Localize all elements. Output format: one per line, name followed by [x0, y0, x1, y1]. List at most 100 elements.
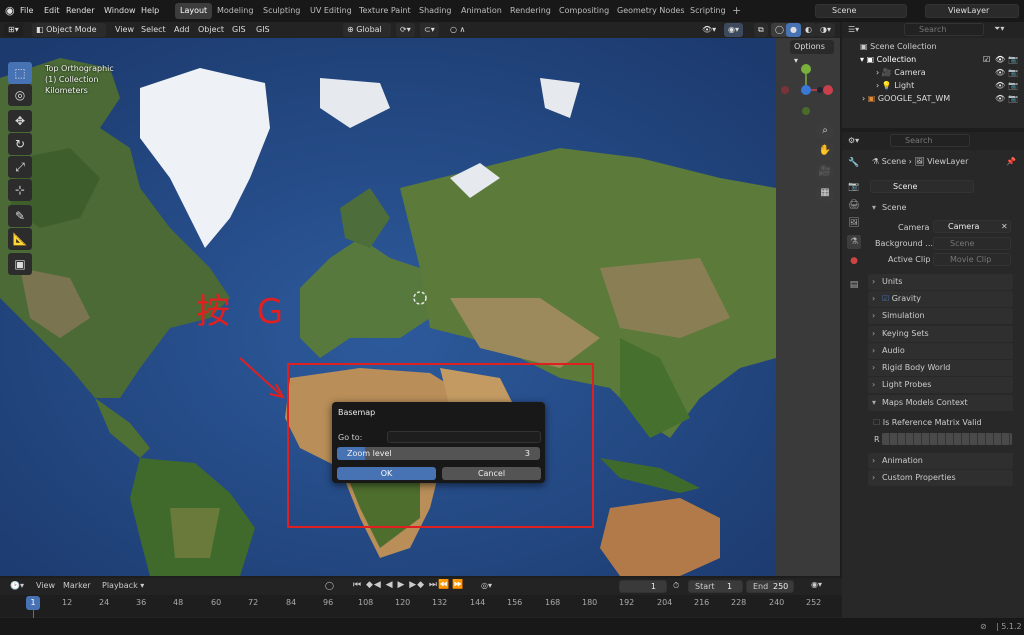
solid-shading-icon[interactable]: ● [786, 23, 801, 37]
camera-prop-field[interactable]: Camera ✕ [933, 220, 1011, 233]
panel-simulation[interactable]: › Simulation [868, 308, 1013, 324]
material-shading-icon[interactable]: ◐ [801, 23, 816, 37]
gravity-checkbox[interactable]: ☑ [882, 294, 889, 303]
tab-compositing[interactable]: Compositing [554, 3, 614, 19]
menu-gis-1[interactable]: GIS [228, 23, 250, 37]
sync-icon[interactable]: ◎▾ [481, 581, 492, 590]
tab-texture-paint[interactable]: Texture Paint [354, 3, 416, 19]
tab-layout[interactable]: Layout [175, 3, 213, 19]
outliner-type-icon[interactable]: ☰▾ [848, 25, 859, 34]
menu-edit[interactable]: Edit [44, 6, 60, 15]
camera-row[interactable]: › 🎥 Camera 👁 📷 [876, 68, 1020, 77]
outliner-search-input[interactable]: Search [904, 23, 984, 36]
start-frame-field[interactable]: Start 1 [688, 580, 743, 593]
menu-object[interactable]: Object [194, 23, 228, 37]
menu-help[interactable]: Help [141, 6, 159, 15]
tab-scripting[interactable]: Scripting [685, 3, 731, 19]
panel-maps-models[interactable]: ▾ Maps Models Context [868, 395, 1013, 411]
snap-icon[interactable]: ⊂▾ [420, 23, 439, 37]
transform-tool-icon[interactable]: ⊹ [8, 179, 32, 201]
scene-datablock-field[interactable]: Scene [870, 180, 974, 193]
is-ref-checkbox[interactable]: ☐ [873, 418, 880, 427]
properties-search-input[interactable]: Search [890, 134, 970, 147]
rotate-tool-icon[interactable]: ↻ [8, 133, 32, 155]
proportional-edit-icon[interactable]: ○ ∧ [446, 23, 469, 37]
map-render-icon[interactable]: 📷 [1008, 94, 1018, 103]
collection-checkbox[interactable]: ☑ [983, 55, 990, 64]
scale-tool-icon[interactable]: ⤢ [8, 156, 32, 178]
gizmo-toggle-icon[interactable]: ◉▾ [724, 23, 743, 37]
menu-gis-2[interactable]: GIS [252, 23, 274, 37]
map-visibility-icon[interactable]: 👁 [995, 94, 1005, 103]
move-tool-icon[interactable]: ✥ [8, 110, 32, 132]
panel-units[interactable]: › Units [868, 274, 1013, 290]
scene-collection-row[interactable]: ▣ Scene Collection [860, 42, 937, 51]
r-matrix-field[interactable] [882, 433, 1012, 445]
is-ref-matrix-row[interactable]: ☐ Is Reference Matrix Valid [873, 418, 982, 427]
view-layer-selector[interactable]: ViewLayer [925, 4, 1019, 18]
select-box-tool-icon[interactable]: ⬚ [8, 62, 32, 84]
tab-sculpting[interactable]: Sculpting [258, 3, 305, 19]
panel-custom-properties[interactable]: › Custom Properties [868, 470, 1013, 486]
panel-rigid-body-world[interactable]: › Rigid Body World [868, 360, 1013, 376]
scene-tab-icon[interactable]: ⚗ [847, 235, 861, 249]
menu-window[interactable]: Window [104, 6, 136, 15]
panel-keying-sets[interactable]: › Keying Sets [868, 326, 1013, 342]
camera-visibility-icon[interactable]: 👁 [995, 68, 1005, 77]
timeline-scrubber[interactable] [0, 595, 842, 617]
menu-file[interactable]: File [20, 6, 33, 15]
playback-controls[interactable]: ⏮ ◆◀ ◀ ▶ ▶◆ ⏭ [353, 580, 438, 590]
light-render-icon[interactable]: 📷 [1008, 81, 1018, 90]
panel-animation[interactable]: › Animation [868, 453, 1013, 469]
stopwatch-icon[interactable]: ⏱ [673, 581, 679, 591]
menu-render[interactable]: Render [66, 6, 94, 15]
camera-view-icon[interactable]: 🎥 [816, 163, 834, 181]
menu-add[interactable]: Add [170, 23, 194, 37]
filter-icon[interactable]: ⏷▾ [994, 24, 1004, 34]
tab-rendering[interactable]: Rendering [505, 3, 556, 19]
cancel-button[interactable]: Cancel [442, 467, 541, 480]
tool-tab-icon[interactable]: 🔧 [847, 156, 861, 170]
current-frame-field[interactable]: 1 [619, 580, 667, 593]
keyframe-nav-icons[interactable]: ⏪ ⏩ [438, 580, 463, 590]
panel-gravity[interactable]: › ☑ Gravity [868, 291, 1013, 307]
collection-visibility-icon[interactable]: 👁 [995, 55, 1005, 64]
add-workspace-icon[interactable]: + [732, 4, 741, 17]
playhead[interactable]: 1 [26, 596, 40, 610]
timeline-sync-icon[interactable]: ◉▾ [811, 580, 822, 589]
measure-tool-icon[interactable]: 📐 [8, 228, 32, 250]
3d-viewport[interactable]: 按 G Top Orthographic (1) Collection Kilo… [0, 38, 776, 576]
collection-row[interactable]: ▾ ▣ Collection ☑ 👁 📷 [860, 55, 1020, 64]
light-visibility-icon[interactable]: 👁 [995, 81, 1005, 90]
panel-scene[interactable]: ▾ Scene [868, 200, 1013, 216]
end-frame-field[interactable]: End 250 [746, 580, 794, 593]
map-object-row[interactable]: › ▣ GOOGLE_SAT_WM 👁 📷 [862, 94, 1020, 103]
navigation-gizmo[interactable] [780, 62, 838, 118]
zoom-icon[interactable]: ⌕ [816, 122, 834, 140]
rendered-shading-icon[interactable]: ◑▾ [816, 23, 835, 37]
pan-hand-icon[interactable]: ✋ [816, 142, 834, 160]
xray-icon[interactable]: ⧉ [754, 23, 768, 37]
menu-view[interactable]: View [111, 23, 138, 37]
annotate-tool-icon[interactable]: ✎ [8, 205, 32, 227]
camera-render-icon[interactable]: 📷 [1008, 68, 1018, 77]
clear-camera-icon[interactable]: ✕ [1001, 222, 1008, 231]
properties-type-icon[interactable]: ⚙▾ [848, 136, 859, 145]
zoom-level-slider[interactable]: Zoom level 3 [337, 447, 540, 460]
pin-icon[interactable]: 📌 [1006, 157, 1016, 166]
timeline-type-icon[interactable]: 🕑▾ [10, 581, 24, 590]
blender-logo-icon[interactable]: ◉ [5, 4, 15, 17]
add-cube-tool-icon[interactable]: ▣ [8, 253, 32, 275]
panel-audio[interactable]: › Audio [868, 343, 1013, 359]
orientation-dropdown[interactable]: ⊕ Global [343, 23, 391, 37]
object-mode-dropdown[interactable]: ◧ Object Mode ▾ [32, 23, 106, 48]
tab-animation[interactable]: Animation [456, 3, 507, 19]
visibility-icon[interactable]: 👁▾ [698, 23, 720, 37]
record-icon[interactable]: ◯ [325, 581, 334, 590]
tab-shading[interactable]: Shading [414, 3, 457, 19]
menu-select[interactable]: Select [137, 23, 170, 37]
ortho-grid-icon[interactable]: ▦ [816, 184, 834, 202]
options-dropdown[interactable]: Options ▾ [790, 40, 834, 65]
goto-input[interactable] [387, 431, 541, 443]
light-row[interactable]: › 💡 Light 👁 📷 [876, 81, 1020, 90]
